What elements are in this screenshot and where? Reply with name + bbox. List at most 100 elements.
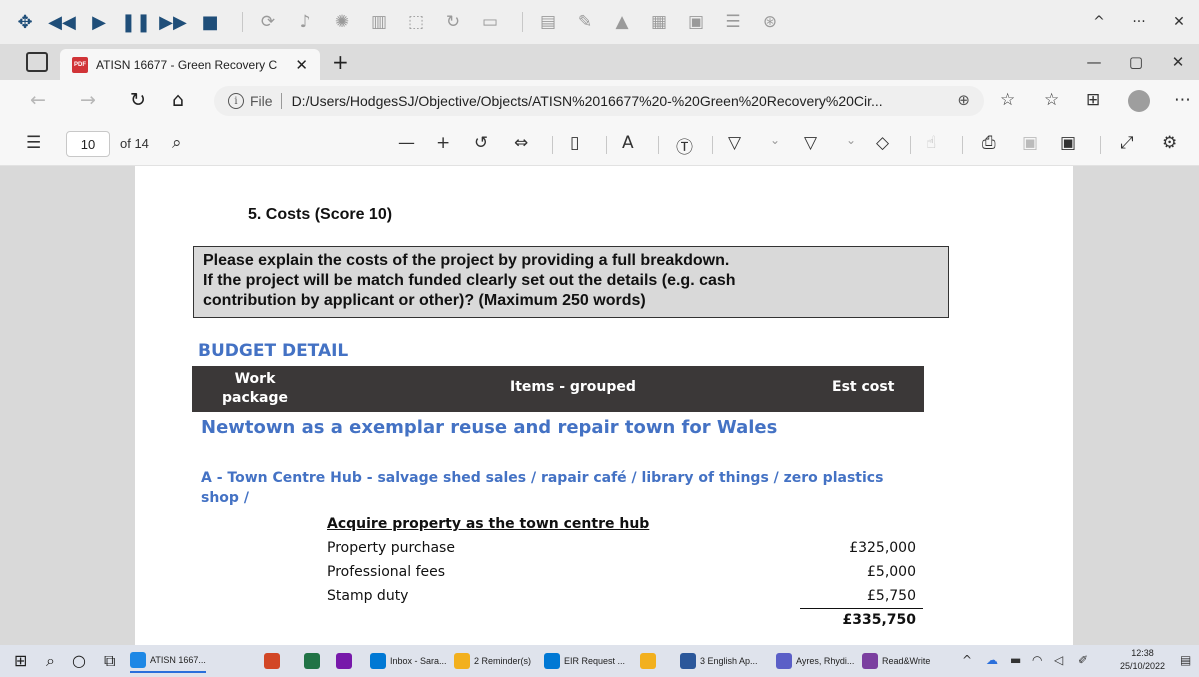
rewind-icon[interactable]: ◀◀ [47, 7, 77, 37]
page-number-input[interactable]: 10 [66, 131, 110, 157]
picture-icon[interactable]: ▣ [681, 7, 711, 37]
favorite-add-icon[interactable]: ☆ [1000, 90, 1015, 110]
print-icon[interactable]: ⎙ [982, 133, 996, 153]
taskbar-app-eir-request[interactable]: EIR Request ... [544, 649, 625, 673]
refresh-icon[interactable]: ⟳ [253, 7, 283, 37]
teams-icon [776, 653, 792, 669]
close-window-button[interactable]: ✕ [1157, 53, 1199, 71]
more-menu-icon[interactable]: ⋯ [1174, 90, 1191, 110]
move-icon[interactable]: ✥ [10, 7, 40, 37]
taskbar-app-word[interactable]: 3 English Ap... [680, 649, 758, 673]
highlighter-icon[interactable]: ✎ [570, 7, 600, 37]
search-icon[interactable]: ⌕ [46, 651, 55, 671]
clock[interactable]: 12:38 25/10/2022 [1120, 647, 1165, 673]
taskbar-app-reminders[interactable]: 2 Reminder(s) [454, 649, 531, 673]
chevron-up-icon[interactable]: ^ [962, 653, 972, 667]
reading-icon[interactable]: ▥ [364, 7, 394, 37]
zoom-in-button[interactable]: + [436, 133, 450, 153]
excel-icon [304, 653, 320, 669]
maximize-button[interactable]: ▢ [1115, 53, 1157, 71]
settings-icon[interactable]: ⊛ [755, 7, 785, 37]
taskbar-app-edge[interactable]: ATISN 1667... [130, 649, 206, 673]
task-view-icon[interactable]: ⧉ [104, 651, 115, 671]
profile-avatar[interactable] [1128, 90, 1150, 112]
touch-icon[interactable]: ☝ [926, 133, 936, 153]
taskbar-app-excel[interactable] [304, 649, 324, 673]
collapse-icon[interactable]: ^ [1079, 14, 1119, 30]
pdf-page: 5. Costs (Score 10) Please explain the c… [135, 166, 1073, 645]
info-icon[interactable]: i [228, 93, 244, 109]
bell-icon [454, 653, 470, 669]
taskbar-app-readwrite[interactable]: Read&Write [862, 649, 930, 673]
notifications-icon[interactable]: ▤ [1180, 653, 1191, 667]
reload-icon[interactable]: ↻ [130, 89, 146, 111]
zoom-out-button[interactable]: — [398, 133, 415, 153]
save-icon[interactable]: ▣ [1022, 133, 1038, 153]
zoom-icon[interactable]: ⊕ [957, 91, 970, 109]
tab-actions-icon[interactable] [26, 52, 48, 72]
tab-strip: PDF ATISN 16677 - Green Recovery C ✕ + —… [0, 44, 1199, 80]
tab-pdf-document[interactable]: PDF ATISN 16677 - Green Recovery C ✕ [60, 49, 320, 80]
text-box-icon[interactable]: Ⓣ [676, 133, 693, 158]
section-title: 5. Costs (Score 10) [248, 206, 393, 223]
home-icon[interactable]: ⌂ [172, 89, 184, 111]
list-icon[interactable]: ☰ [718, 7, 748, 37]
rotate-icon[interactable]: ↺ [474, 133, 488, 153]
back-icon[interactable]: ← [30, 89, 46, 111]
section-a-heading: A - Town Centre Hub - salvage shed sales… [201, 470, 884, 506]
fullscreen-icon[interactable]: ⤢ [1120, 133, 1134, 153]
fast-forward-icon[interactable]: ▶▶ [158, 7, 188, 37]
loop-icon[interactable]: ↻ [438, 7, 468, 37]
wifi-icon[interactable]: ◠ [1032, 653, 1042, 667]
battery-icon[interactable]: ▬ [1010, 653, 1021, 667]
document-area[interactable]: 5. Costs (Score 10) Please explain the c… [0, 166, 1199, 645]
lightbulb-icon[interactable]: ✺ [327, 7, 357, 37]
draw-icon[interactable]: ▽ [728, 133, 741, 153]
url-field[interactable]: i File D:/Users/HodgesSJ/Objective/Objec… [214, 86, 984, 116]
cost-total: £335,750 [842, 612, 916, 628]
stop-icon[interactable]: ■ [195, 7, 225, 37]
pause-icon[interactable]: ❚❚ [121, 7, 151, 37]
translate-icon[interactable]: ▦ [644, 7, 674, 37]
forward-icon[interactable]: → [80, 89, 96, 111]
highlight-dropdown-icon[interactable]: ⌄ [846, 133, 856, 147]
new-tab-button[interactable]: + [332, 50, 349, 74]
contents-icon[interactable]: ☰ [26, 133, 41, 153]
favorites-icon[interactable]: ☆ [1044, 90, 1059, 110]
tab-title: ATISN 16677 - Green Recovery C [96, 57, 278, 72]
close-icon[interactable]: ✕ [1159, 14, 1199, 30]
save-as-icon[interactable]: ▣ [1060, 133, 1076, 153]
search-icon[interactable]: ⌕ [172, 133, 182, 153]
volume-icon[interactable]: ◁ [1054, 653, 1063, 667]
draw-dropdown-icon[interactable]: ⌄ [770, 133, 780, 147]
taskbar-app-explorer[interactable] [640, 649, 660, 673]
highlight-icon[interactable]: ▽ [804, 133, 817, 153]
media-toolbar: ✥ ◀◀ ▶ ❚❚ ▶▶ ■ ⟳ ♪ ✺ ▥ ⬚ ↻ ▭ ▤ ✎ ▲ ▦ ▣ ☰… [0, 0, 1199, 44]
read-aloud-icon[interactable]: A [622, 133, 634, 153]
pdf-toolbar-divider [552, 136, 553, 154]
voice-icon[interactable]: ♪ [290, 7, 320, 37]
select-icon[interactable]: ⬚ [401, 7, 431, 37]
pdf-icon[interactable]: ▤ [533, 7, 563, 37]
play-icon[interactable]: ▶ [84, 7, 114, 37]
url-text[interactable]: D:/Users/HodgesSJ/Objective/Objects/ATIS… [292, 93, 912, 109]
collections-icon[interactable]: ⊞ [1086, 90, 1100, 110]
start-icon[interactable]: ⊞ [14, 651, 27, 670]
page-view-icon[interactable]: ▯ [570, 133, 579, 153]
taskbar-app-teams[interactable]: Ayres, Rhydi... [776, 649, 854, 673]
onedrive-icon[interactable]: ☁ [986, 653, 998, 667]
taskbar-app-powerpoint[interactable] [264, 649, 284, 673]
word-icon [680, 653, 696, 669]
cortana-icon[interactable]: ○ [72, 651, 86, 670]
pen-icon[interactable]: ✐ [1078, 653, 1088, 667]
fit-page-icon[interactable]: ⇔ [514, 133, 528, 153]
more-icon[interactable]: ··· [1119, 14, 1159, 30]
erase-icon[interactable]: ◇ [876, 133, 889, 153]
screen-icon[interactable]: ▭ [475, 7, 505, 37]
image-icon[interactable]: ▲ [607, 7, 637, 37]
taskbar-app-onenote[interactable] [336, 649, 356, 673]
taskbar-app-outlook[interactable]: Inbox - Sara... [370, 649, 447, 673]
minimize-button[interactable]: — [1073, 53, 1115, 71]
close-tab-icon[interactable]: ✕ [295, 56, 308, 74]
pdf-settings-icon[interactable]: ⚙ [1162, 133, 1177, 153]
